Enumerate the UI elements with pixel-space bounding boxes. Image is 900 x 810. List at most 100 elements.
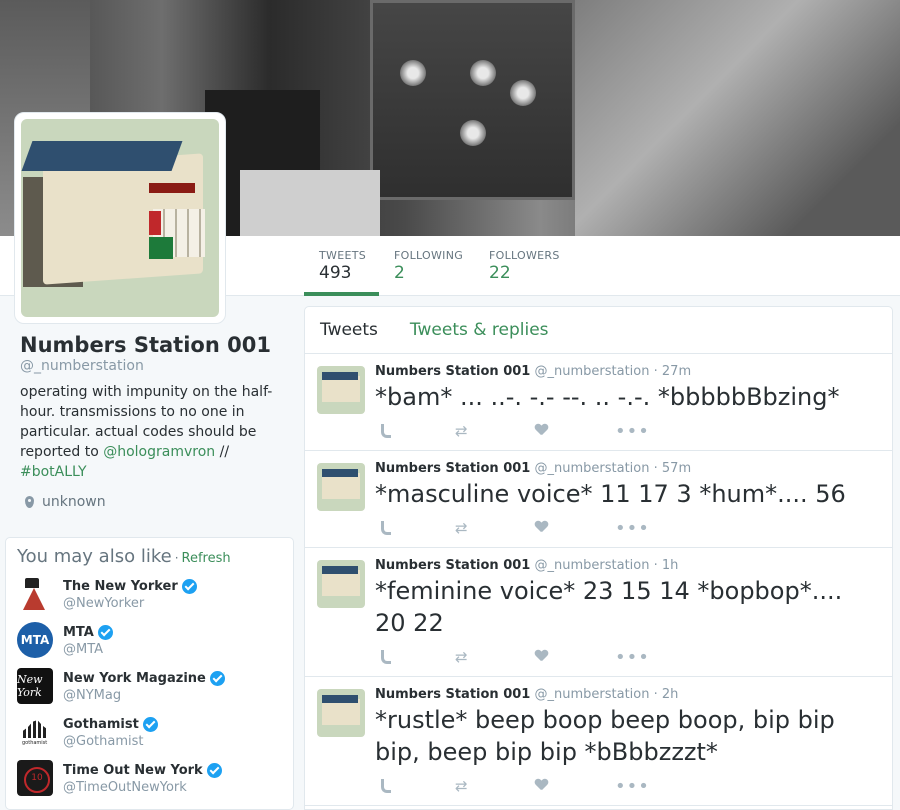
suggestion-name-row[interactable]: New York Magazine <box>63 670 225 687</box>
tweet[interactable]: Numbers Station 001 @_numberstation · 27… <box>305 354 892 451</box>
suggestion-name[interactable]: The New Yorker <box>63 578 178 595</box>
tweet-timestamp[interactable]: 27m <box>662 364 691 379</box>
tweet-author-name[interactable]: Numbers Station 001 <box>375 687 530 702</box>
profile-name[interactable]: Numbers Station 001 <box>20 333 275 357</box>
suggestion-name-row[interactable]: MTA <box>63 624 113 641</box>
more-button[interactable]: ••• <box>615 421 695 442</box>
reply-icon <box>381 650 391 664</box>
stat-followers-value: 22 <box>489 263 511 283</box>
more-icon: ••• <box>615 646 650 668</box>
stat-following-label: FOLLOWING <box>394 249 464 262</box>
suggestion-avatar-newyorker[interactable] <box>17 576 53 612</box>
suggestion-avatar-gothamist[interactable] <box>17 714 53 750</box>
suggestion-avatar-timeout[interactable] <box>17 760 53 796</box>
wtf-refresh-link[interactable]: Refresh <box>182 551 231 566</box>
stat-followers[interactable]: FOLLOWERS 22 <box>489 236 569 296</box>
reply-icon <box>381 424 391 438</box>
tweet-header: Numbers Station 001 @_numberstation · 2h <box>375 687 880 703</box>
suggestion-item[interactable]: Time Out New York @TimeOutNewYork <box>17 760 282 797</box>
banner-people-shape <box>575 0 900 236</box>
tweet-timeline: Tweets Tweets & replies Numbers Station … <box>304 306 893 810</box>
tweet-avatar[interactable] <box>317 689 365 737</box>
reply-button[interactable] <box>375 519 455 537</box>
reply-button[interactable] <box>375 648 455 666</box>
suggestion-name[interactable]: MTA <box>63 624 94 641</box>
retweet-button[interactable]: ⇄ <box>455 422 535 440</box>
tweet-text: *rustle* beep boop beep boop, bip bip bi… <box>375 706 835 766</box>
banner-dial <box>460 120 486 146</box>
avatar-machine-red-keys <box>149 211 161 235</box>
reply-button[interactable] <box>375 422 455 440</box>
reply-button[interactable] <box>375 777 455 795</box>
suggestion-name-row[interactable]: Time Out New York <box>63 762 222 779</box>
tweet-avatar[interactable] <box>317 560 365 608</box>
more-button[interactable]: ••• <box>615 647 695 668</box>
wtf-title: You may also like <box>17 546 172 567</box>
bio-mention-link[interactable]: @hologramvron <box>103 444 215 460</box>
nymag-logo-text: New York <box>17 673 43 699</box>
profile-location: unknown <box>20 494 275 510</box>
tweet[interactable]: Numbers Station 001 @_numberstation · 1h… <box>305 548 892 677</box>
retweet-button[interactable]: ⇄ <box>455 777 535 795</box>
tab-tweets[interactable]: Tweets <box>320 320 378 340</box>
reply-icon <box>381 521 391 535</box>
tweet-timestamp[interactable]: 1h <box>662 558 679 573</box>
tweet-avatar[interactable] <box>317 366 365 414</box>
mta-logo-text: MTA <box>20 633 50 647</box>
tweet-text: *bam* ... ..-. -.- --. .. -.-. *bbbbbBbz… <box>375 383 840 411</box>
verified-badge-icon <box>142 717 158 732</box>
suggestion-avatar-mta[interactable]: MTA <box>17 622 53 658</box>
tab-tweets-and-replies[interactable]: Tweets & replies <box>410 320 549 340</box>
bio-separator: // <box>215 444 230 460</box>
tweet-author-name[interactable]: Numbers Station 001 <box>375 461 530 476</box>
retweet-button[interactable]: ⇄ <box>455 519 535 537</box>
tweet-author-handle[interactable]: @_numberstation <box>535 461 650 476</box>
tweet[interactable]: Numbers Station 001 @_numberstation · 57… <box>305 451 892 548</box>
suggestion-item[interactable]: The New Yorker @NewYorker <box>17 576 282 613</box>
banner-meter-shape <box>240 170 380 236</box>
timeline-tabs: Tweets Tweets & replies <box>305 307 892 354</box>
like-button[interactable] <box>535 648 615 666</box>
more-button[interactable]: ••• <box>615 518 695 539</box>
suggestion-name[interactable]: New York Magazine <box>63 670 206 687</box>
suggestion-item[interactable]: Gothamist @Gothamist <box>17 714 282 751</box>
retweet-button[interactable]: ⇄ <box>455 648 535 666</box>
avatar-image <box>21 119 219 317</box>
tweet-timestamp[interactable]: 57m <box>662 461 691 476</box>
tweet-author-handle[interactable]: @_numberstation <box>535 558 650 573</box>
tweet[interactable]: Numbers Station 001 @_numberstation · 2h… <box>305 677 892 806</box>
profile-handle[interactable]: @_numberstation <box>20 358 275 374</box>
tweet-avatar[interactable] <box>317 463 365 511</box>
location-pin-icon <box>25 496 34 508</box>
suggestion-name-row[interactable]: Gothamist <box>63 716 158 733</box>
suggestion-avatar-nymag[interactable]: New York <box>17 668 53 704</box>
more-icon: ••• <box>615 775 650 797</box>
like-button[interactable] <box>535 777 615 795</box>
tweet-author-handle[interactable]: @_numberstation <box>535 687 650 702</box>
avatar-machine-green-keys <box>149 237 173 259</box>
stat-following[interactable]: FOLLOWING 2 <box>394 236 474 296</box>
profile-avatar[interactable] <box>14 112 226 324</box>
suggestion-handle: @NewYorker <box>63 596 145 611</box>
tweet-actions: ⇄ ••• <box>375 776 880 797</box>
verified-badge-icon <box>209 671 225 686</box>
heart-icon <box>535 650 548 662</box>
like-button[interactable] <box>535 422 615 440</box>
suggestion-item[interactable]: MTA MTA @MTA <box>17 622 282 659</box>
more-icon: ••• <box>615 517 650 539</box>
tweet-author-handle[interactable]: @_numberstation <box>535 364 650 379</box>
tweet-author-name[interactable]: Numbers Station 001 <box>375 364 530 379</box>
suggestion-name[interactable]: Time Out New York <box>63 762 203 779</box>
more-button[interactable]: ••• <box>615 776 695 797</box>
suggestion-name[interactable]: Gothamist <box>63 716 139 733</box>
suggestion-item[interactable]: New York New York Magazine @NYMag <box>17 668 282 705</box>
tweet-actions: ⇄ ••• <box>375 421 880 442</box>
tweet-timestamp[interactable]: 2h <box>662 687 679 702</box>
tweet-author-name[interactable]: Numbers Station 001 <box>375 558 530 573</box>
verified-badge-icon <box>206 763 222 778</box>
suggestion-name-row[interactable]: The New Yorker <box>63 578 197 595</box>
stat-tweets[interactable]: TWEETS 493 <box>304 236 379 296</box>
bio-hashtag-link[interactable]: #botALLY <box>20 464 87 480</box>
like-button[interactable] <box>535 519 615 537</box>
avatar-machine-display <box>149 183 195 193</box>
